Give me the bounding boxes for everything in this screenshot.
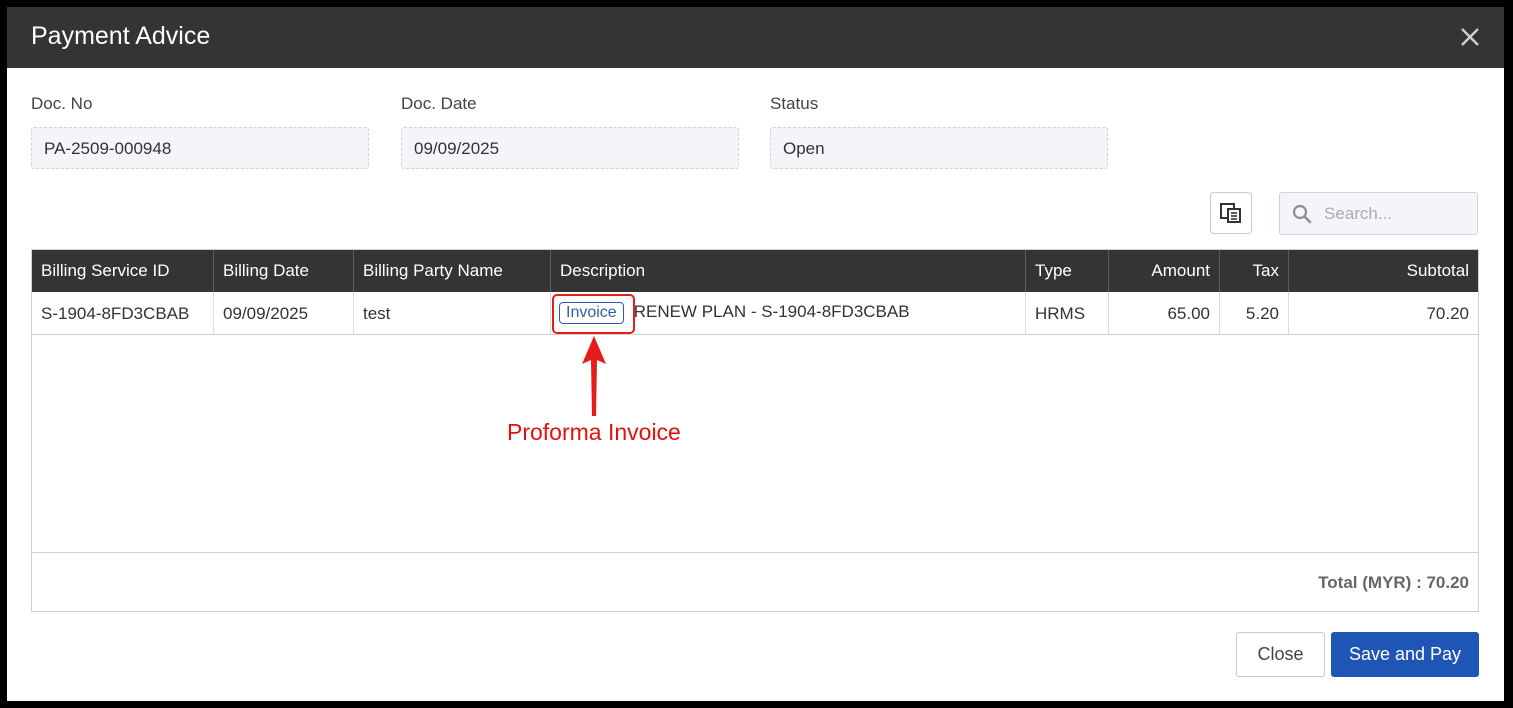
invoice-link[interactable]: Invoice [559, 302, 624, 324]
column-header-billing-party-name[interactable]: Billing Party Name [354, 250, 551, 292]
modal-header: Payment Advice [7, 7, 1504, 68]
save-and-pay-button[interactable]: Save and Pay [1331, 632, 1479, 677]
cell-billing-service-id: S-1904-8FD3CBAB [32, 292, 214, 334]
search-input[interactable] [1322, 202, 1476, 225]
grid-footer: Total (MYR) : 70.20 [32, 552, 1478, 611]
column-chooser-button[interactable] [1210, 192, 1252, 234]
cell-description: Invoice RENEW PLAN - S-1904-8FD3CBAB [551, 292, 1026, 334]
column-header-subtotal[interactable]: Subtotal [1289, 250, 1478, 292]
search-icon [1292, 204, 1312, 223]
close-icon[interactable] [1454, 21, 1486, 53]
doc-no-label: Doc. No [31, 94, 93, 113]
cell-billing-date: 09/09/2025 [214, 292, 354, 334]
total-amount: Total (MYR) : 70.20 [1318, 573, 1469, 592]
column-header-billing-date[interactable]: Billing Date [214, 250, 354, 292]
column-header-description[interactable]: Description [551, 250, 1026, 292]
cell-tax: 5.20 [1220, 292, 1289, 334]
cell-amount: 65.00 [1109, 292, 1220, 334]
search-box[interactable] [1279, 192, 1478, 235]
annotation-label: Proforma Invoice [507, 419, 681, 445]
doc-date-field: 09/09/2025 [401, 127, 739, 169]
annotation-arrow-icon [582, 336, 606, 416]
column-chooser-icon [1220, 203, 1241, 223]
cell-type: HRMS [1026, 292, 1109, 334]
cell-billing-party-name: test [354, 292, 551, 334]
table-row[interactable]: S-1904-8FD3CBAB 09/09/2025 test Invoice R… [32, 292, 1478, 335]
column-header-amount[interactable]: Amount [1109, 250, 1220, 292]
billing-grid: Billing Service ID Billing Date Billing … [31, 249, 1479, 612]
cell-subtotal: 70.20 [1426, 304, 1469, 323]
description-text: RENEW PLAN - S-1904-8FD3CBAB [633, 302, 910, 321]
status-label: Status [770, 94, 819, 113]
grid-header: Billing Service ID Billing Date Billing … [32, 250, 1478, 292]
payment-advice-modal: Payment Advice Doc. No PA-2509-000948 Do… [7, 7, 1504, 701]
doc-no-field: PA-2509-000948 [31, 127, 369, 169]
close-button[interactable]: Close [1236, 632, 1325, 677]
status-field: Open [770, 127, 1108, 169]
modal-title: Payment Advice [31, 22, 211, 50]
doc-date-label: Doc. Date [401, 94, 477, 113]
column-header-billing-service-id[interactable]: Billing Service ID [32, 250, 214, 292]
column-header-type[interactable]: Type [1026, 250, 1109, 292]
column-header-tax[interactable]: Tax [1220, 250, 1289, 292]
